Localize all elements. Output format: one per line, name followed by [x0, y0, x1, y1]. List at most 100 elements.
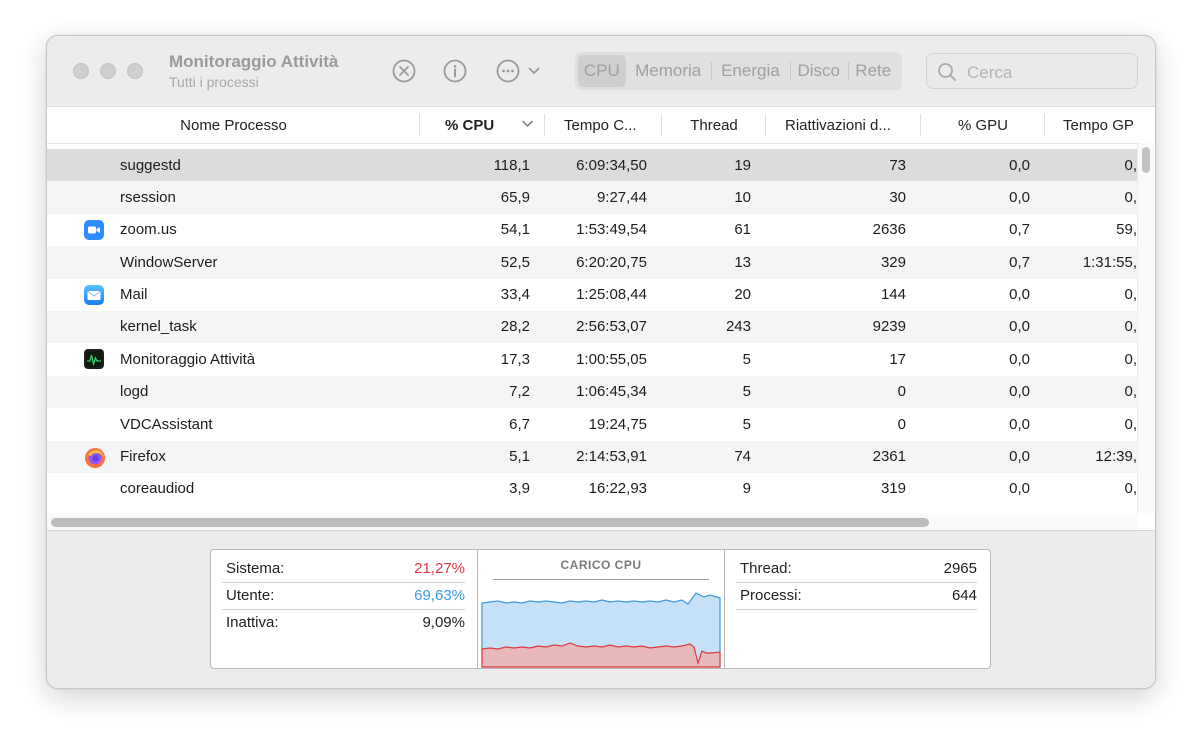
view-tabs: CPU Memoria Energia Disco Rete — [575, 52, 902, 90]
column-header-cpu[interactable]: % CPU — [420, 107, 545, 143]
zoom-window-button[interactable] — [127, 63, 143, 79]
close-window-button[interactable] — [73, 63, 89, 79]
table-row[interactable]: zoom.us 54,1 1:53:49,54 61 2636 0,7 59, — [47, 214, 1137, 246]
process-name: VDCAssistant — [120, 415, 213, 433]
activity-monitor-icon — [84, 349, 104, 370]
cell-threads: 61 — [734, 221, 751, 239]
column-header-gpu-time[interactable]: Tempo GP — [1045, 107, 1137, 143]
window-subtitle: Tutti i processi — [169, 74, 259, 90]
stat-threads-label: Thread: — [740, 560, 792, 577]
process-name: suggestd — [120, 156, 181, 174]
cell-threads: 74 — [734, 448, 751, 466]
horizontal-scroll-thumb[interactable] — [51, 518, 929, 527]
cell-cpu: 54,1 — [500, 221, 530, 239]
cpu-summary-footer: Sistema: 21,27% Utente: 69,63% Inattiva:… — [47, 530, 1155, 688]
ellipsis-circle-icon — [496, 59, 520, 83]
process-name: Firefox — [120, 448, 166, 466]
cell-threads: 13 — [734, 253, 751, 271]
cell-gpu: 0,0 — [1009, 286, 1030, 304]
stat-idle-label: Inattiva: — [226, 614, 279, 631]
table-row[interactable]: rsession 65,9 9:27,44 10 30 0,0 0, — [47, 181, 1137, 214]
sort-descending-icon — [522, 120, 533, 128]
vertical-scroll-thumb[interactable] — [1142, 147, 1150, 173]
horizontal-scrollbar[interactable] — [47, 513, 1137, 531]
stat-user-label: Utente: — [226, 587, 275, 604]
chevron-down-icon — [528, 67, 540, 75]
column-header-gpu[interactable]: % GPU — [921, 107, 1045, 143]
cpu-usage-stats: Sistema: 21,27% Utente: 69,63% Inattiva:… — [211, 550, 477, 668]
stat-idle: Inattiva: 9,09% — [222, 609, 465, 636]
process-name: Mail — [120, 286, 148, 304]
cell-gpu: 0,0 — [1009, 480, 1030, 498]
stat-system-value: 21,27% — [414, 560, 465, 577]
process-name: logd — [120, 383, 149, 401]
table-row[interactable]: logd 7,2 1:06:45,34 5 0 0,0 0, — [47, 375, 1137, 409]
column-header-name[interactable]: Nome Processo — [47, 107, 420, 143]
table-header: Nome Processo % CPU Tempo C... Thread Ri… — [47, 107, 1137, 144]
cell-time: 1:06:45,34 — [576, 383, 647, 401]
process-name: kernel_task — [120, 318, 197, 336]
cell-gpu: 0,0 — [1009, 318, 1030, 336]
cell-threads: 243 — [725, 318, 751, 336]
stat-user-value: 69,63% — [414, 587, 465, 604]
inspect-process-button[interactable] — [442, 58, 468, 84]
process-name: zoom.us — [120, 221, 177, 239]
table-row[interactable]: WindowServer 52,5 6:20:20,75 13 329 0,7 1:31:5… — [47, 246, 1137, 279]
cell-cpu: 6,7 — [509, 415, 530, 433]
cell-wakeups: 2361 — [872, 448, 906, 466]
cell-wakeups: 0 — [897, 415, 906, 433]
cell-wakeups: 329 — [880, 253, 906, 271]
cell-gputime: 12:39, — [1095, 448, 1137, 466]
cell-wakeups: 319 — [880, 480, 906, 498]
firefox-icon — [84, 447, 105, 468]
toolbar: Monitoraggio Attività Tutti i processi C… — [47, 36, 1155, 106]
table-row[interactable]: Monitoraggio Attività 17,3 1:00:55,05 5 17 0,… — [47, 343, 1137, 375]
stat-threads: Thread: 2965 — [736, 555, 977, 583]
cell-gpu: 0,0 — [1009, 350, 1030, 368]
more-actions-button[interactable] — [496, 58, 544, 84]
cpu-summary-panel: Sistema: 21,27% Utente: 69,63% Inattiva:… — [210, 549, 991, 669]
tab-rete[interactable]: Rete — [847, 55, 900, 87]
column-header-wakeups[interactable]: Riattivazioni d... — [766, 107, 921, 143]
cell-threads: 5 — [742, 415, 751, 433]
cell-time: 9:27,44 — [596, 188, 647, 206]
cell-threads: 9 — [742, 480, 751, 498]
tab-cpu[interactable]: CPU — [578, 55, 626, 87]
vertical-scrollbar[interactable] — [1137, 143, 1155, 513]
table-row[interactable]: suggestd 118,1 6:09:34,50 19 73 0,0 0, — [47, 149, 1137, 182]
tab-memoria[interactable]: Memoria — [626, 55, 711, 87]
cell-gputime: 1:31:55, — [1082, 253, 1137, 271]
tab-disco[interactable]: Disco — [790, 55, 847, 87]
column-header-threads[interactable]: Thread — [662, 107, 766, 143]
stat-processes-label: Processi: — [740, 587, 802, 604]
search-icon — [938, 63, 956, 81]
tab-energia[interactable]: Energia — [710, 55, 790, 87]
stop-process-button[interactable] — [391, 58, 417, 84]
cell-time: 19:24,75 — [588, 415, 647, 433]
cell-wakeups: 2636 — [872, 221, 906, 239]
zoom-icon — [84, 219, 104, 240]
table-row[interactable]: coreaudiod 3,9 16:22,93 9 319 0,0 0, — [47, 473, 1137, 505]
cell-gputime: 0, — [1124, 383, 1137, 401]
cell-gputime: 59, — [1116, 221, 1137, 239]
cell-wakeups: 0 — [897, 383, 906, 401]
search-field[interactable]: Cerca — [926, 53, 1138, 89]
cell-cpu: 33,4 — [500, 286, 530, 304]
cell-cpu: 65,9 — [500, 188, 530, 206]
cell-threads: 19 — [734, 156, 751, 174]
info-circle-icon — [443, 59, 467, 83]
stat-threads-value: 2965 — [943, 560, 977, 577]
mail-icon — [84, 284, 104, 305]
table-row[interactable]: Mail 33,4 1:25:08,44 20 144 0,0 0, — [47, 279, 1137, 311]
table-row[interactable]: Firefox 5,1 2:14:53,91 74 2361 0,0 12:39, — [47, 440, 1137, 473]
cell-gpu: 0,7 — [1009, 221, 1030, 239]
stat-system: Sistema: 21,27% — [222, 555, 465, 583]
minimize-window-button[interactable] — [100, 63, 116, 79]
table-row[interactable]: kernel_task 28,2 2:56:53,07 243 9239 0,0 0, — [47, 310, 1137, 344]
cell-cpu: 7,2 — [509, 383, 530, 401]
cell-gpu: 0,7 — [1009, 253, 1030, 271]
cell-time: 16:22,93 — [588, 480, 647, 498]
table-row[interactable]: VDCAssistant 6,7 19:24,75 5 0 0,0 0, — [47, 408, 1137, 440]
cell-threads: 20 — [734, 286, 751, 304]
column-header-time[interactable]: Tempo C... — [545, 107, 662, 143]
